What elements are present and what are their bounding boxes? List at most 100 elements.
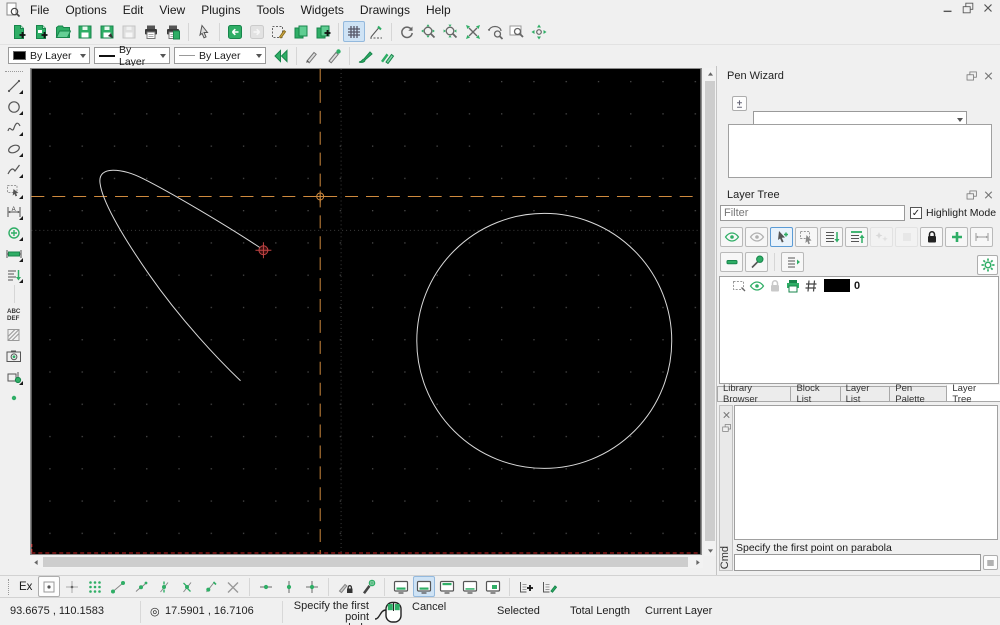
text-icon[interactable]: ABCDEF bbox=[3, 303, 25, 324]
scrollbar-thumb[interactable] bbox=[705, 81, 715, 541]
pen-copy-icon[interactable] bbox=[376, 45, 398, 66]
command-input[interactable] bbox=[734, 554, 981, 571]
scroll-down-icon[interactable] bbox=[704, 544, 716, 556]
snap-distance-icon[interactable] bbox=[199, 576, 221, 597]
save-all-icon[interactable] bbox=[118, 21, 140, 42]
pen-wizard-list[interactable] bbox=[728, 124, 992, 178]
layer-row[interactable]: 0 bbox=[720, 277, 998, 294]
layer-select-icon[interactable] bbox=[730, 278, 748, 293]
close-panel-icon[interactable] bbox=[981, 189, 996, 202]
set-rel-icon[interactable] bbox=[357, 576, 379, 597]
monitor4-icon[interactable] bbox=[459, 576, 481, 597]
new-template-icon[interactable] bbox=[30, 21, 52, 42]
tab-layer-list[interactable]: Layer List bbox=[840, 386, 891, 402]
gear-icon[interactable] bbox=[977, 255, 998, 275]
print-icon[interactable] bbox=[140, 21, 162, 42]
layer-visible-icon[interactable] bbox=[748, 278, 766, 293]
restrict-ortho-icon[interactable] bbox=[301, 576, 323, 597]
point-icon[interactable] bbox=[3, 387, 25, 408]
close-button[interactable] bbox=[980, 1, 996, 15]
block-icon[interactable] bbox=[3, 366, 25, 387]
menu-edit[interactable]: Edit bbox=[115, 1, 152, 19]
sparkle-icon[interactable] bbox=[870, 227, 893, 247]
toolbar-handle[interactable] bbox=[8, 579, 9, 595]
undo-icon[interactable] bbox=[224, 21, 246, 42]
tab-pen-palette[interactable]: Pen Palette bbox=[889, 386, 947, 402]
hatch-icon[interactable] bbox=[3, 324, 25, 345]
pen-linetype-combo[interactable]: By Layer bbox=[94, 47, 170, 64]
exclusive-snap-label[interactable]: Ex bbox=[19, 581, 32, 593]
list-add-icon[interactable] bbox=[515, 576, 537, 597]
grid-icon[interactable] bbox=[343, 21, 365, 42]
pen-color-combo[interactable]: By Layer bbox=[8, 47, 90, 64]
tab-block-list[interactable]: Block List bbox=[790, 386, 840, 402]
float-panel-icon[interactable] bbox=[964, 189, 979, 202]
zoom-in-icon[interactable] bbox=[418, 21, 440, 42]
menu-widgets[interactable]: Widgets bbox=[293, 1, 352, 19]
eye-off-icon[interactable] bbox=[745, 227, 768, 247]
blank-icon[interactable] bbox=[895, 227, 918, 247]
new-file-icon[interactable] bbox=[8, 21, 30, 42]
command-history[interactable] bbox=[734, 405, 998, 540]
snap-entity-icon[interactable] bbox=[130, 576, 152, 597]
restrict-h-icon[interactable] bbox=[255, 576, 277, 597]
tab-library-browser[interactable]: Library Browser bbox=[717, 386, 791, 402]
monitor1-icon[interactable] bbox=[390, 576, 412, 597]
wrench-icon[interactable] bbox=[745, 252, 768, 272]
pen-pick-icon[interactable] bbox=[323, 45, 345, 66]
draft-icon[interactable] bbox=[365, 21, 387, 42]
restore-button[interactable] bbox=[960, 1, 976, 15]
menu-tools[interactable]: Tools bbox=[249, 1, 293, 19]
zoom-pan-icon[interactable] bbox=[528, 21, 550, 42]
menu-help[interactable]: Help bbox=[418, 1, 459, 19]
menu-plugins[interactable]: Plugins bbox=[193, 1, 248, 19]
snap-center-icon[interactable] bbox=[153, 576, 175, 597]
monitor3-icon[interactable] bbox=[436, 576, 458, 597]
scrollbar-thumb[interactable] bbox=[43, 557, 688, 567]
scroll-right-icon[interactable] bbox=[691, 556, 703, 568]
back-icon[interactable] bbox=[270, 45, 292, 66]
layer-print-icon[interactable] bbox=[784, 278, 802, 293]
lock-rel-icon[interactable] bbox=[334, 576, 356, 597]
image-icon[interactable] bbox=[3, 345, 25, 366]
snap-grid-icon[interactable] bbox=[84, 576, 106, 597]
zoom-window-icon[interactable] bbox=[506, 21, 528, 42]
paste-icon[interactable] bbox=[312, 21, 334, 42]
copy-icon[interactable] bbox=[290, 21, 312, 42]
snap-intersection-icon[interactable] bbox=[222, 576, 244, 597]
open-icon[interactable] bbox=[52, 21, 74, 42]
zoom-auto-icon[interactable] bbox=[462, 21, 484, 42]
layer-color-swatch[interactable] bbox=[824, 279, 850, 292]
lock-icon[interactable] bbox=[920, 227, 943, 247]
circle-icon[interactable] bbox=[3, 96, 25, 117]
layer-construction-icon[interactable] bbox=[802, 278, 820, 293]
cut-icon[interactable] bbox=[268, 21, 290, 42]
select-entity-icon[interactable] bbox=[3, 180, 25, 201]
highlight-mode-option[interactable]: ✓ Highlight Mode bbox=[910, 207, 996, 219]
polyline-icon[interactable] bbox=[3, 159, 25, 180]
snap-free-icon[interactable] bbox=[38, 576, 60, 597]
app-icon[interactable] bbox=[4, 0, 22, 20]
float-panel-icon[interactable] bbox=[720, 421, 733, 434]
spline-icon[interactable] bbox=[3, 117, 25, 138]
minimize-button[interactable] bbox=[940, 1, 956, 15]
cursor-sel-icon[interactable] bbox=[770, 227, 793, 247]
list-mode-icon[interactable] bbox=[781, 252, 804, 272]
add-icon[interactable] bbox=[945, 227, 968, 247]
remove-icon[interactable] bbox=[720, 252, 743, 272]
tab-layer-tree[interactable]: Layer Tree bbox=[946, 385, 1000, 402]
snap-middle-icon[interactable] bbox=[176, 576, 198, 597]
line-icon[interactable] bbox=[3, 75, 25, 96]
menu-options[interactable]: Options bbox=[57, 1, 114, 19]
pen-apply-icon[interactable] bbox=[354, 45, 376, 66]
zoom-redraw-icon[interactable] bbox=[396, 21, 418, 42]
ellipse-icon[interactable] bbox=[3, 138, 25, 159]
vertical-scrollbar[interactable] bbox=[704, 68, 716, 556]
dim-aligned-icon[interactable] bbox=[3, 243, 25, 264]
list-edit-icon[interactable] bbox=[538, 576, 560, 597]
float-panel-icon[interactable] bbox=[964, 70, 979, 83]
level-up-icon[interactable] bbox=[845, 227, 868, 247]
select-icon[interactable] bbox=[193, 21, 215, 42]
snap-endpoints-icon[interactable] bbox=[107, 576, 129, 597]
layer-filter-input[interactable] bbox=[720, 205, 905, 221]
